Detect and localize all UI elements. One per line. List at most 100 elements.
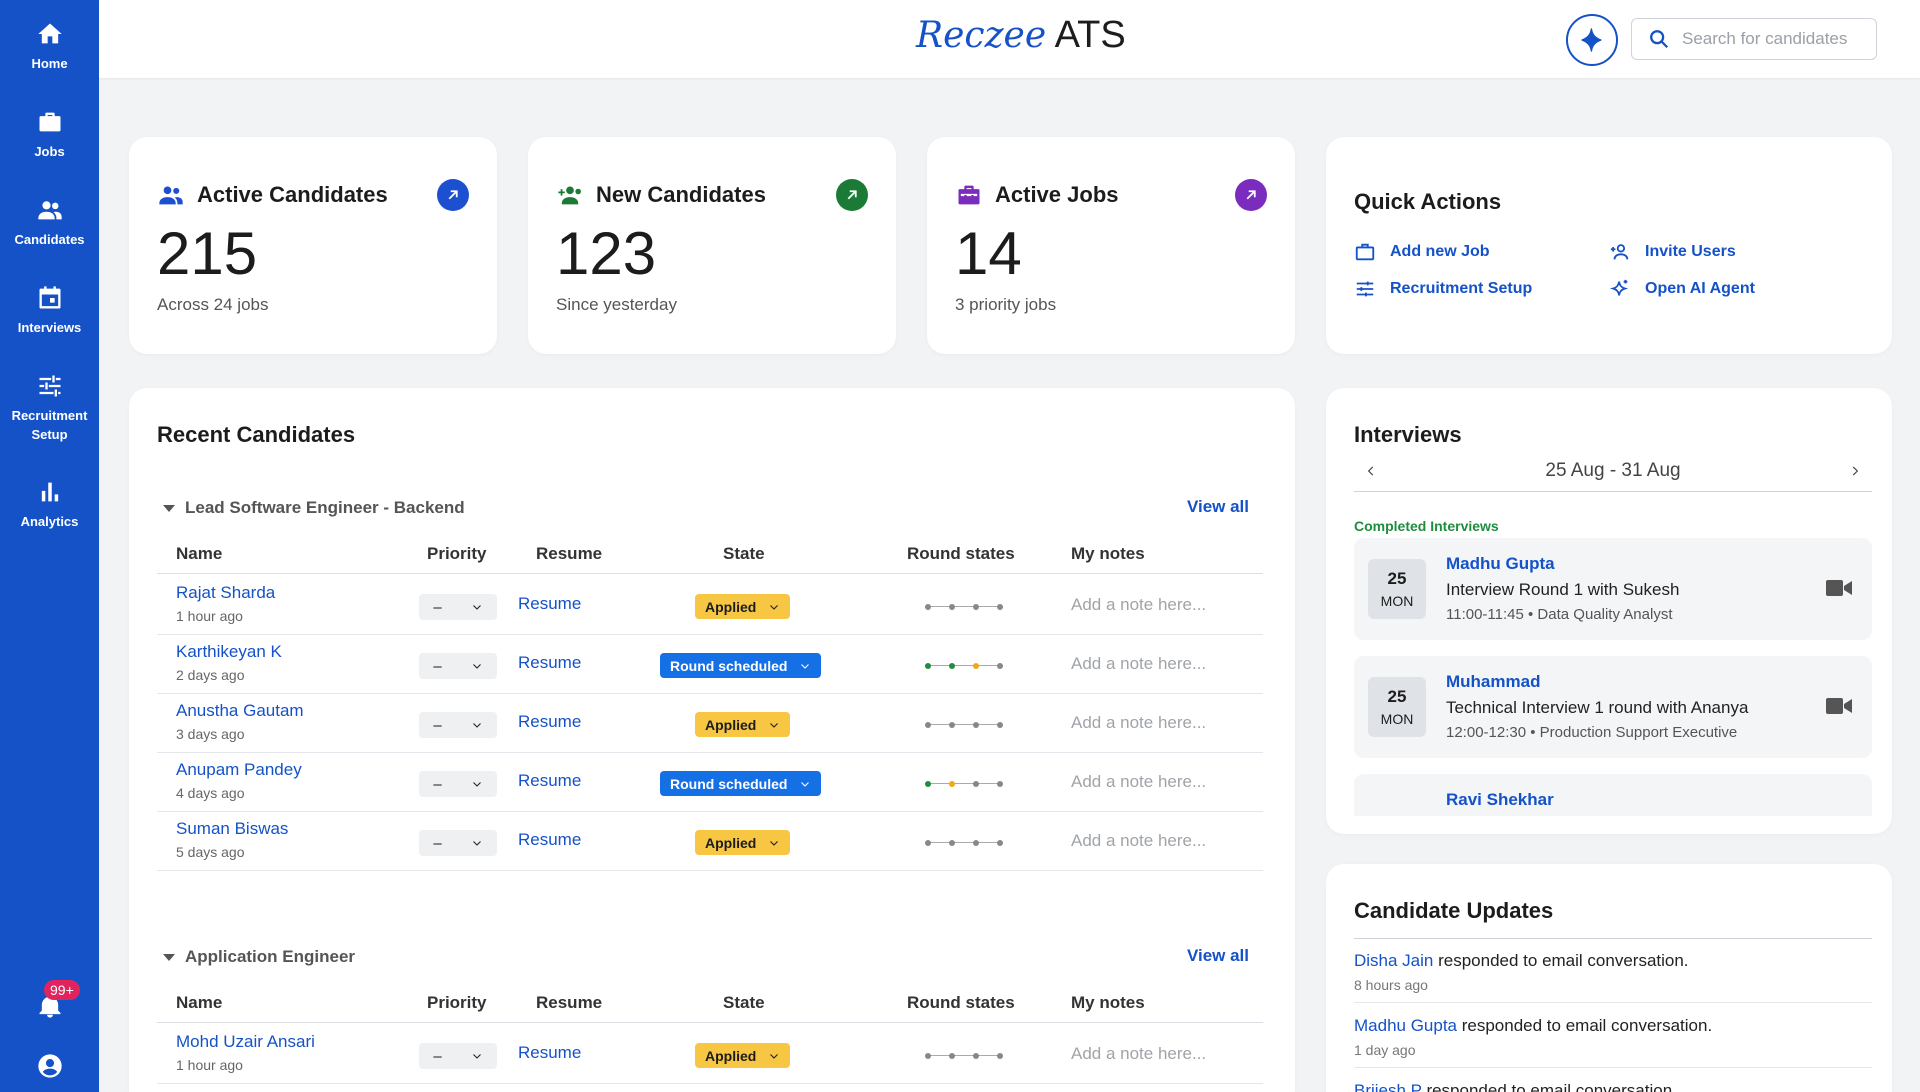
priority-dropdown[interactable]: – (419, 830, 497, 856)
open-ai-agent-button[interactable]: Open AI Agent (1609, 278, 1755, 300)
job-group-toggle[interactable]: Lead Software Engineer - Backend (163, 498, 465, 518)
interview-meta: 11:00-11:45 • Data Quality Analyst (1446, 606, 1673, 623)
job-group-toggle[interactable]: Application Engineer (163, 947, 355, 967)
date-badge: 25 MON (1368, 677, 1426, 737)
sidebar-item-home[interactable]: Home (0, 20, 99, 73)
interview-candidate-name[interactable]: Madhu Gupta (1446, 554, 1555, 574)
sidebar-item-recruitment-setup[interactable]: Recruitment Setup (0, 372, 99, 444)
open-new-candidates-button[interactable] (836, 179, 868, 211)
search-input[interactable] (1682, 29, 1862, 49)
next-week-button[interactable] (1848, 464, 1862, 483)
video-camera-icon (1826, 698, 1852, 714)
resume-link[interactable]: Resume (518, 771, 581, 791)
note-input[interactable]: Add a note here... (1071, 595, 1206, 615)
round-state-dot (997, 604, 1003, 610)
candidate-name-link[interactable]: Karthikeyan K (176, 642, 282, 662)
interview-item[interactable]: Ravi Shekhar (1354, 774, 1872, 816)
update-candidate-link[interactable]: Madhu Gupta (1354, 1016, 1457, 1035)
column-name: Name (176, 993, 223, 1012)
candidate-name-link[interactable]: Suman Biswas (176, 819, 288, 839)
view-all-link[interactable]: View all (1187, 497, 1249, 517)
state-dropdown[interactable]: Applied (695, 1043, 791, 1068)
note-input[interactable]: Add a note here... (1071, 831, 1206, 851)
candidate-name-link[interactable]: Rajat Sharda (176, 583, 275, 603)
active-candidates-count: 215 (157, 220, 258, 287)
sidebar-item-analytics[interactable]: Analytics (0, 478, 99, 531)
update-item: Madhu Gupta responded to email conversat… (1354, 1004, 1872, 1068)
search-box[interactable] (1631, 18, 1877, 60)
state-dropdown[interactable]: Round scheduled (660, 653, 822, 678)
sidebar-item-interviews[interactable]: Interviews (0, 284, 99, 337)
interview-candidate-name[interactable]: Muhammad (1446, 672, 1540, 692)
interview-item[interactable]: 25 MON Madhu Gupta Interview Round 1 wit… (1354, 538, 1872, 640)
priority-dropdown[interactable]: – (419, 1043, 497, 1069)
update-item: Disha Jain responded to email conversati… (1354, 939, 1872, 1003)
resume-link[interactable]: Resume (518, 712, 581, 732)
table-header: Name Priority Resume State Round states … (157, 532, 1263, 574)
sidebar: Home Jobs Candidates Interviews Recruitm… (0, 0, 99, 1092)
sliders-icon (39, 375, 60, 397)
candidate-name-link[interactable]: Mohd Uzair Ansari (176, 1032, 315, 1052)
add-new-job-button[interactable]: Add new Job (1354, 241, 1490, 263)
new-candidates-title: New Candidates (596, 182, 766, 207)
chevron-down-icon (472, 782, 481, 787)
round-state-dot (973, 722, 979, 728)
priority-dropdown[interactable]: – (419, 653, 497, 679)
state-dropdown[interactable]: Applied (695, 712, 791, 737)
state-label: Applied (705, 716, 757, 733)
profile-button[interactable] (36, 1052, 64, 1080)
resume-link[interactable]: Resume (518, 594, 581, 614)
sidebar-item-label: Interviews (17, 320, 82, 335)
open-active-jobs-button[interactable] (1235, 179, 1267, 211)
open-ai-agent-label: Open AI Agent (1645, 280, 1755, 297)
round-states-line (925, 724, 1003, 725)
video-call-button[interactable] (1826, 696, 1852, 721)
active-candidates-card[interactable]: Active Candidates 215 Across 24 jobs (129, 137, 497, 354)
note-input[interactable]: Add a note here... (1071, 1044, 1206, 1064)
briefcase-icon (1355, 243, 1375, 261)
column-notes: My notes (1071, 544, 1145, 563)
candidate-name-link[interactable]: Anustha Gautam (176, 701, 304, 721)
interview-description: Technical Interview 1 round with Ananya (1446, 698, 1749, 717)
chevron-down-icon (472, 1054, 481, 1059)
video-call-button[interactable] (1826, 578, 1852, 603)
interview-candidate-name[interactable]: Ravi Shekhar (1446, 790, 1554, 810)
note-input[interactable]: Add a note here... (1071, 713, 1206, 733)
view-all-link[interactable]: View all (1187, 946, 1249, 966)
ai-agent-button[interactable] (1566, 14, 1618, 66)
priority-dropdown[interactable]: – (419, 594, 497, 620)
update-candidate-link[interactable]: Disha Jain (1354, 951, 1433, 970)
account-icon (38, 1054, 62, 1078)
toolbox-icon (958, 185, 980, 205)
sidebar-item-candidates[interactable]: Candidates (0, 196, 99, 249)
column-priority: Priority (427, 544, 487, 563)
state-label: Applied (705, 834, 757, 851)
state-dropdown[interactable]: Round scheduled (660, 771, 822, 796)
round-states-line (925, 665, 1003, 666)
note-input[interactable]: Add a note here... (1071, 654, 1206, 674)
invite-users-button[interactable]: Invite Users (1609, 241, 1736, 263)
note-input[interactable]: Add a note here... (1071, 772, 1206, 792)
state-dropdown[interactable]: Applied (695, 594, 791, 619)
update-candidate-link[interactable]: Brijesh P (1354, 1081, 1422, 1092)
resume-link[interactable]: Resume (518, 653, 581, 673)
recruitment-setup-button[interactable]: Recruitment Setup (1354, 278, 1532, 300)
resume-link[interactable]: Resume (518, 830, 581, 850)
open-active-candidates-button[interactable] (437, 179, 469, 211)
priority-dropdown[interactable]: – (419, 712, 497, 738)
date-weekday: MON (1380, 711, 1414, 727)
interview-item[interactable]: 25 MON Muhammad Technical Interview 1 ro… (1354, 656, 1872, 758)
priority-dropdown[interactable]: – (419, 771, 497, 797)
priority-value: – (433, 716, 442, 734)
sidebar-item-jobs[interactable]: Jobs (0, 108, 99, 161)
active-jobs-card[interactable]: Active Jobs 14 3 priority jobs (927, 137, 1295, 354)
chevron-down-icon (472, 664, 481, 669)
round-state-dot (949, 722, 955, 728)
candidate-name-link[interactable]: Anupam Pandey (176, 760, 302, 780)
new-candidates-card[interactable]: New Candidates 123 Since yesterday (528, 137, 896, 354)
state-dropdown[interactable]: Applied (695, 830, 791, 855)
table-header: Name Priority Resume State Round states … (157, 981, 1263, 1023)
active-candidates-title: Active Candidates (197, 182, 388, 207)
resume-link[interactable]: Resume (518, 1043, 581, 1063)
card-title: Active Jobs (955, 181, 1119, 209)
